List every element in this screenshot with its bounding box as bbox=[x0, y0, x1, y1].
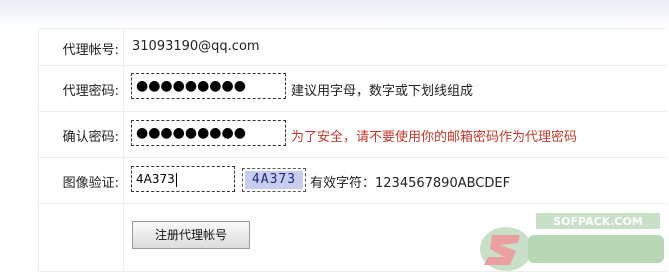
password-label: 代理密码: bbox=[62, 84, 119, 99]
confirm-password-label: 确认密码: bbox=[62, 130, 119, 145]
register-agent-account-button[interactable]: 注册代理帐号 bbox=[132, 221, 250, 249]
confirm-password-masked-value: ●●●●●●●●● bbox=[136, 125, 246, 141]
text-caret bbox=[175, 172, 177, 187]
captcha-image-text: 4A373 bbox=[245, 171, 303, 189]
form-row-confirm-password: 确认密码: ●●●●●●●●● 为了安全，请不要使用你的邮箱密码作为代理密码 bbox=[39, 112, 667, 158]
top-gradient-bar bbox=[0, 0, 669, 28]
watermark-text: SOFPACK.COM bbox=[553, 215, 643, 228]
captcha-label: 图像验证: bbox=[62, 176, 119, 191]
password-input[interactable]: ●●●●●●●●● bbox=[131, 73, 286, 99]
form-row-account: 代理帐号: 31093190@qq.com bbox=[39, 29, 667, 66]
form-row-captcha: 图像验证: 4A373 有效字符：1234567890ABCDEF bbox=[39, 158, 667, 204]
sofpack-watermark-logo: SOFPACK.COM bbox=[480, 213, 664, 271]
password-hint: 建议用字母，数字或下划线组成 bbox=[291, 84, 474, 99]
form-row-password: 代理密码: ●●●●●●●●● 建议用字母，数字或下划线组成 bbox=[39, 66, 667, 112]
confirm-password-input[interactable]: ●●●●●●●●● bbox=[131, 120, 286, 146]
captcha-valid-chars: 有效字符：1234567890ABCDEF bbox=[310, 176, 511, 191]
captcha-input[interactable]: 4A373 bbox=[131, 166, 235, 192]
captcha-image[interactable]: 4A373 bbox=[242, 168, 306, 192]
confirm-password-hint: 为了安全，请不要使用你的邮箱密码作为代理密码 bbox=[291, 130, 578, 145]
account-value: 31093190@qq.com bbox=[132, 39, 260, 54]
captcha-input-value: 4A373 bbox=[136, 172, 175, 186]
account-label: 代理帐号: bbox=[62, 43, 119, 58]
password-masked-value: ●●●●●●●●● bbox=[136, 78, 246, 94]
